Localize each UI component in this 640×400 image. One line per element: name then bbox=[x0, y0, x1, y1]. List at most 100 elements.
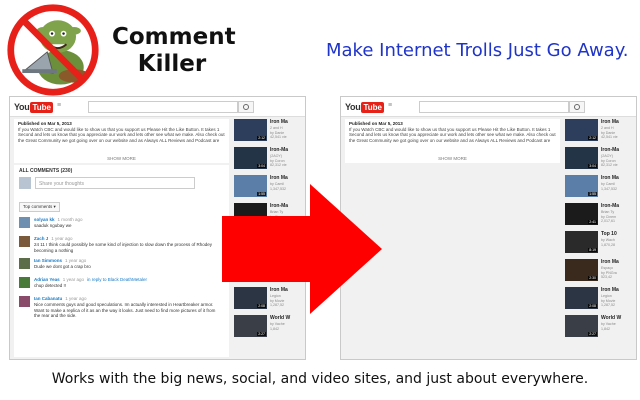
video-meta-line: 82,312 vie bbox=[601, 163, 618, 167]
video-title[interactable]: Iron Ma bbox=[270, 175, 305, 181]
share-thoughts-input[interactable]: Share your thoughts bbox=[35, 177, 195, 189]
comments-header: ALL COMMENTS (230) bbox=[19, 168, 73, 174]
video-title[interactable]: Iron-Ma bbox=[601, 203, 636, 209]
description-line: Second and lets us know that you appreci… bbox=[349, 132, 556, 138]
related-video-item[interactable]: 2:27 World Wby Vache 1,842 bbox=[565, 315, 636, 339]
sort-comments-button[interactable]: Top comments ▾ bbox=[19, 202, 60, 212]
video-thumbnail[interactable]: 2:27 bbox=[565, 315, 598, 337]
video-meta: (2AOY) by Coron 82,312 vie bbox=[270, 154, 305, 168]
video-meta-line: 523,42 bbox=[601, 275, 612, 279]
comment-author[interactable]: solyan kk bbox=[34, 217, 55, 222]
search-input[interactable] bbox=[419, 101, 569, 113]
video-title[interactable]: Iron Ma bbox=[601, 119, 636, 125]
video-title[interactable]: World W bbox=[270, 315, 305, 321]
after-screenshot: You Tube ≡ Published on Mar 5, 2013 If y… bbox=[340, 96, 637, 360]
comment: Zach J1 year ago 24 11 I think could pos… bbox=[19, 236, 224, 253]
related-video-item[interactable]: 2:27 World Wby Vache 1,842 bbox=[234, 315, 305, 339]
video-duration: 3:04 bbox=[257, 164, 266, 168]
video-title[interactable]: Iron Ma bbox=[270, 119, 305, 125]
video-duration: 2:27 bbox=[588, 332, 597, 336]
comment-text: Dude we dont got a crap bro bbox=[34, 264, 91, 269]
video-meta-line: 42,541 vie bbox=[270, 135, 287, 139]
video-duration: 1:55 bbox=[588, 192, 597, 196]
comment-author[interactable]: Ian Simmons bbox=[34, 258, 62, 263]
video-title[interactable]: Iron Ma bbox=[601, 259, 636, 265]
related-video-item[interactable]: 3:04 Iron-Ma (2AOY) by Coron 82,312 vie bbox=[565, 147, 636, 171]
video-thumbnail[interactable]: 2:12 bbox=[565, 119, 598, 141]
video-title[interactable]: World W bbox=[601, 315, 636, 321]
comment-author[interactable]: Zach J bbox=[34, 236, 48, 241]
video-meta-line: 2,017,61 bbox=[601, 219, 615, 223]
menu-icon[interactable]: ≡ bbox=[388, 102, 392, 109]
video-thumbnail[interactable]: 2:30 bbox=[565, 259, 598, 281]
avatar[interactable] bbox=[19, 277, 30, 288]
related-video-item[interactable]: 8:19 Top 10by Wach1,870,28 bbox=[565, 231, 636, 255]
related-video-item[interactable]: 2:41 Iron-MaBrian Tyby Cinem2,017,61 bbox=[565, 203, 636, 227]
comment: solyan kk 1 month ago saaduk ngubay we bbox=[19, 217, 224, 231]
youtube-logo[interactable]: You Tube bbox=[345, 101, 384, 113]
related-video-item[interactable]: 3:04 Iron-Ma (2AOY) by Coron 82,312 vie bbox=[234, 147, 305, 171]
related-video-item[interactable]: 2:08 Iron Ma Legion by Movie 1,287,52 bbox=[565, 287, 636, 311]
video-duration: 8:19 bbox=[588, 248, 597, 252]
video-thumbnail[interactable]: 1:55 bbox=[565, 175, 598, 197]
comments-section: ALL COMMENTS (230) Share your thoughts T… bbox=[14, 165, 229, 357]
video-meta: Espaçoby PNGra523,42 bbox=[601, 266, 636, 280]
video-description: Published on Mar 5, 2013 If you Watch CB… bbox=[14, 119, 229, 163]
comment-time: 1 year ago bbox=[51, 236, 73, 241]
comment-killer-logo bbox=[7, 4, 99, 96]
video-description: Published on Mar 5, 2013 If you Watch CB… bbox=[345, 119, 560, 163]
video-title[interactable]: Iron-Ma bbox=[270, 147, 305, 153]
show-more-button[interactable]: SHOW MORE bbox=[14, 156, 229, 161]
video-meta-line: 1,347,532 bbox=[601, 186, 617, 191]
comment-text: becoming a nothing bbox=[34, 247, 74, 253]
menu-icon[interactable]: ≡ bbox=[57, 102, 61, 109]
comment-text: chup detected !! bbox=[34, 283, 67, 288]
video-meta-line: 1,842 bbox=[270, 326, 279, 331]
comment-time: 1 year ago bbox=[65, 296, 87, 301]
description-line: the Great Community we got going over on… bbox=[349, 137, 551, 143]
related-video-item[interactable]: 1:55 Iron Ma by Camil 1,347,532 bbox=[565, 175, 636, 199]
related-video-item[interactable]: 2:12 Iron Ma 2 and Hby Danie 42,541 vie bbox=[234, 119, 305, 143]
brand-title: Comment Killer bbox=[112, 24, 236, 78]
reply-link[interactable]: in reply to Black DeathMetaler bbox=[87, 277, 147, 282]
video-thumbnail[interactable]: 2:41 bbox=[565, 203, 598, 225]
video-title[interactable]: Iron Ma bbox=[601, 175, 636, 181]
comment: Ian Cabanatu 1 year ago Nice comments guy… bbox=[19, 296, 224, 319]
youtube-logo-tube: Tube bbox=[361, 101, 384, 113]
related-videos: 2:12 Iron Ma 2 and Hby Danie 42,541 vie 3:04… bbox=[565, 119, 636, 343]
video-duration: 2:08 bbox=[588, 304, 597, 308]
video-thumbnail[interactable]: 3:04 bbox=[234, 147, 267, 169]
video-thumbnail[interactable]: 2:12 bbox=[234, 119, 267, 141]
search-icon[interactable] bbox=[238, 101, 254, 113]
avatar[interactable] bbox=[19, 296, 30, 307]
avatar[interactable] bbox=[19, 258, 30, 269]
video-meta: (2AOY) by Coron 82,312 vie bbox=[601, 154, 636, 168]
comment-time: 1 year ago bbox=[65, 258, 87, 263]
comment-author[interactable]: Ian Cabanatu bbox=[34, 296, 62, 301]
comment-text: 24 11 I think could possibly be some kin… bbox=[34, 242, 213, 247]
youtube-logo-tube: Tube bbox=[30, 101, 53, 113]
youtube-logo[interactable]: You Tube bbox=[14, 101, 53, 113]
video-thumbnail[interactable]: 8:19 bbox=[565, 231, 598, 253]
show-more-button[interactable]: SHOW MORE bbox=[345, 156, 560, 161]
avatar[interactable] bbox=[19, 236, 30, 247]
search-icon[interactable] bbox=[569, 101, 585, 113]
video-thumbnail[interactable]: 2:08 bbox=[565, 287, 598, 309]
search-input[interactable] bbox=[88, 101, 238, 113]
comment-author[interactable]: Adrian Yeas bbox=[34, 277, 60, 282]
footer-caption: Works with the big news, social, and vid… bbox=[51, 371, 589, 387]
video-meta: 2 and Hby Danie 42,541 vie bbox=[270, 126, 305, 140]
related-video-item[interactable]: 2:30 Iron MaEspaçoby PNGra523,42 bbox=[565, 259, 636, 283]
video-meta: by Camil 1,347,532 bbox=[601, 182, 636, 191]
video-title[interactable]: Iron-Ma bbox=[601, 147, 636, 153]
video-title[interactable]: Top 10 bbox=[601, 231, 636, 237]
video-title[interactable]: Iron Ma bbox=[601, 287, 636, 293]
video-thumbnail[interactable]: 2:27 bbox=[234, 315, 267, 337]
video-duration: 2:12 bbox=[588, 136, 597, 140]
related-video-item[interactable]: 2:12 Iron Ma 2 and Hby Danie 42,541 vie bbox=[565, 119, 636, 143]
video-meta-line: 1,287,52 bbox=[601, 303, 615, 307]
video-meta: by Vache 1,842 bbox=[601, 322, 636, 331]
video-thumbnail[interactable]: 3:04 bbox=[565, 147, 598, 169]
avatar[interactable] bbox=[19, 217, 30, 228]
video-meta: by Wach1,870,28 bbox=[601, 238, 636, 247]
